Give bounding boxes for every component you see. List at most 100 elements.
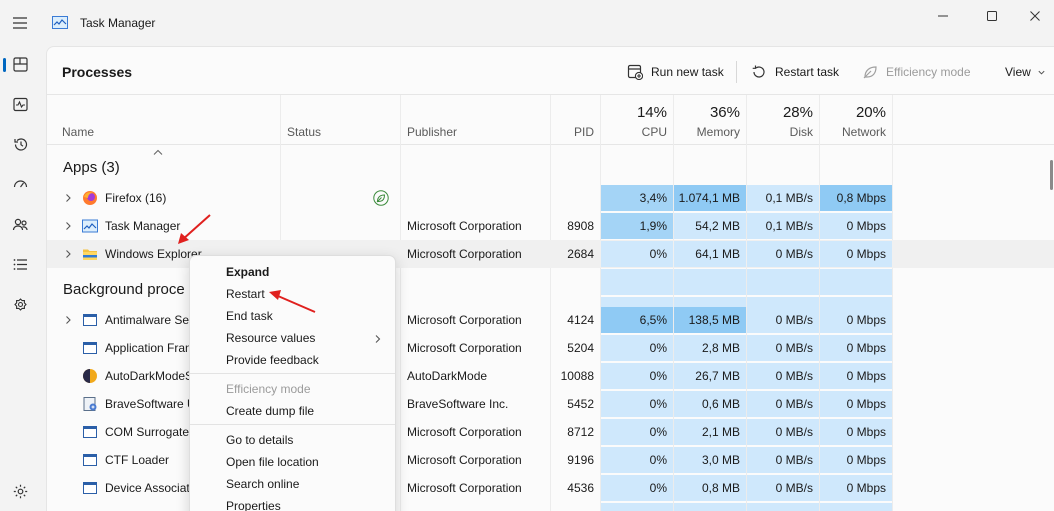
process-name: AutoDarkModeS (105, 369, 190, 383)
menu-item-go-to-details[interactable]: Go to details (226, 433, 293, 447)
column-name[interactable]: Name (47, 95, 280, 145)
pid-value: 2684 (567, 247, 594, 261)
menu-item-provide-feedback[interactable]: Provide feedback (226, 353, 319, 367)
disk-value: 0 MB/s (775, 481, 813, 495)
run-new-task-button[interactable]: Run new task (627, 61, 724, 83)
active-indicator (3, 58, 6, 72)
app-window-icon (83, 454, 97, 466)
pid-value: 9196 (567, 453, 594, 467)
chevron-right-icon (375, 335, 381, 343)
column-publisher[interactable]: Publisher (400, 95, 550, 145)
column-cpu-label: CPU (641, 125, 667, 139)
menu-item-open-file-location[interactable]: Open file location (226, 455, 319, 469)
column-pid[interactable]: PID (550, 95, 600, 145)
toolbar-divider (736, 61, 737, 83)
nav-app-history[interactable] (0, 128, 40, 160)
menu-item-restart[interactable]: Restart (226, 287, 265, 301)
process-name: Antimalware Ser (105, 313, 190, 327)
pid-value: 4124 (567, 313, 594, 327)
menu-item-end-task[interactable]: End task (226, 309, 273, 323)
menu-item-create-dump-file[interactable]: Create dump file (226, 404, 314, 418)
network-value: 0,8 Mbps (836, 191, 886, 205)
disk-value: 0 MB/s (775, 369, 813, 383)
nav-services[interactable] (0, 288, 40, 320)
view-label: View (1005, 65, 1031, 79)
publisher-value: BraveSoftware Inc. (407, 397, 509, 411)
column-network[interactable]: 20% Network (819, 95, 892, 145)
network-value: 0 Mbps (846, 313, 886, 327)
network-value: 0 Mbps (846, 481, 886, 495)
chevron-right-icon[interactable] (63, 249, 73, 259)
table-row[interactable]: Firefox (16) 3,4% 1.074,1 MB 0,1 MB/s 0,… (47, 184, 1054, 212)
sort-ascending-icon[interactable] (153, 149, 163, 155)
close-button[interactable] (1012, 0, 1054, 32)
close-icon (1030, 11, 1040, 21)
chevron-right-icon[interactable] (63, 315, 73, 325)
menu-separator (190, 373, 395, 374)
nav-performance[interactable] (0, 88, 40, 120)
nav-startup-apps[interactable] (0, 168, 40, 200)
pid-value: 4536 (567, 481, 594, 495)
nav-users[interactable] (0, 208, 40, 240)
restart-icon (752, 65, 765, 78)
nav-processes[interactable] (0, 48, 40, 80)
memory-value: 138,5 MB (688, 313, 740, 327)
users-icon (12, 218, 28, 230)
menu-item-properties[interactable]: Properties (226, 499, 281, 511)
chevron-down-icon (1038, 70, 1045, 75)
publisher-value: Microsoft Corporation (407, 425, 522, 439)
process-name: BraveSoftware U (105, 397, 190, 411)
chevron-right-icon[interactable] (63, 221, 73, 231)
maximize-button[interactable] (969, 0, 1015, 32)
context-menu: Expand Restart End task Resource values … (189, 255, 396, 511)
column-status[interactable]: Status (280, 95, 400, 145)
pid-value: 5452 (567, 397, 594, 411)
efficiency-mode-button[interactable]: Efficiency mode (862, 61, 971, 83)
menu-item-expand[interactable]: Expand (226, 265, 269, 279)
view-dropdown[interactable]: View (1005, 61, 1046, 83)
column-memory[interactable]: 36% Memory (673, 95, 746, 145)
apps-group-header[interactable]: Apps (3) (63, 159, 120, 176)
menu-item-efficiency-mode[interactable]: Efficiency mode (226, 382, 311, 396)
pid-value: 5204 (567, 341, 594, 355)
column-network-label: Network (841, 125, 886, 139)
efficiency-mode-label: Efficiency mode (886, 65, 971, 79)
publisher-value: Microsoft Corporation (407, 219, 522, 233)
cpu-value: 0% (649, 425, 667, 439)
table-row[interactable]: Task Manager Microsoft Corporation 8908 … (47, 212, 1054, 240)
disk-value: 0 MB/s (775, 453, 813, 467)
toolbar: Processes Run new task Restart task Effi… (47, 47, 1054, 95)
page-title: Processes (62, 64, 133, 80)
cpu-value: 0% (649, 397, 667, 411)
column-disk[interactable]: 28% Disk (746, 95, 819, 145)
vertical-scrollbar[interactable] (1050, 160, 1053, 190)
column-cpu[interactable]: 14% CPU (600, 95, 673, 145)
publisher-value: Microsoft Corporation (407, 481, 522, 495)
firefox-icon (83, 191, 97, 205)
cpu-value: 0% (649, 369, 667, 383)
autodarkmode-icon (83, 369, 97, 383)
minimize-button[interactable] (920, 0, 966, 32)
chevron-right-icon[interactable] (63, 193, 73, 203)
restart-task-button[interactable]: Restart task (751, 61, 839, 83)
cpu-value: 0% (649, 341, 667, 355)
cpu-value: 3,4% (639, 191, 667, 205)
nav-details[interactable] (0, 248, 40, 280)
hamburger-menu-icon[interactable] (9, 12, 31, 34)
folder-icon (83, 249, 97, 260)
nav-settings[interactable] (0, 475, 40, 507)
details-icon (13, 258, 27, 270)
processes-icon (12, 56, 28, 72)
publisher-value: AutoDarkMode (407, 369, 488, 383)
publisher-value: Microsoft Corporation (407, 313, 522, 327)
network-value: 0 Mbps (846, 425, 886, 439)
cpu-value: 0% (649, 247, 667, 261)
disk-value: 0,1 MB/s (765, 191, 813, 205)
menu-item-search-online[interactable]: Search online (226, 477, 299, 491)
menu-item-resource-values[interactable]: Resource values (226, 331, 315, 345)
pid-value: 8712 (567, 425, 594, 439)
minimize-icon (938, 15, 948, 17)
restart-task-label: Restart task (775, 65, 840, 79)
performance-icon (12, 97, 28, 111)
navigation-rail (0, 46, 40, 511)
